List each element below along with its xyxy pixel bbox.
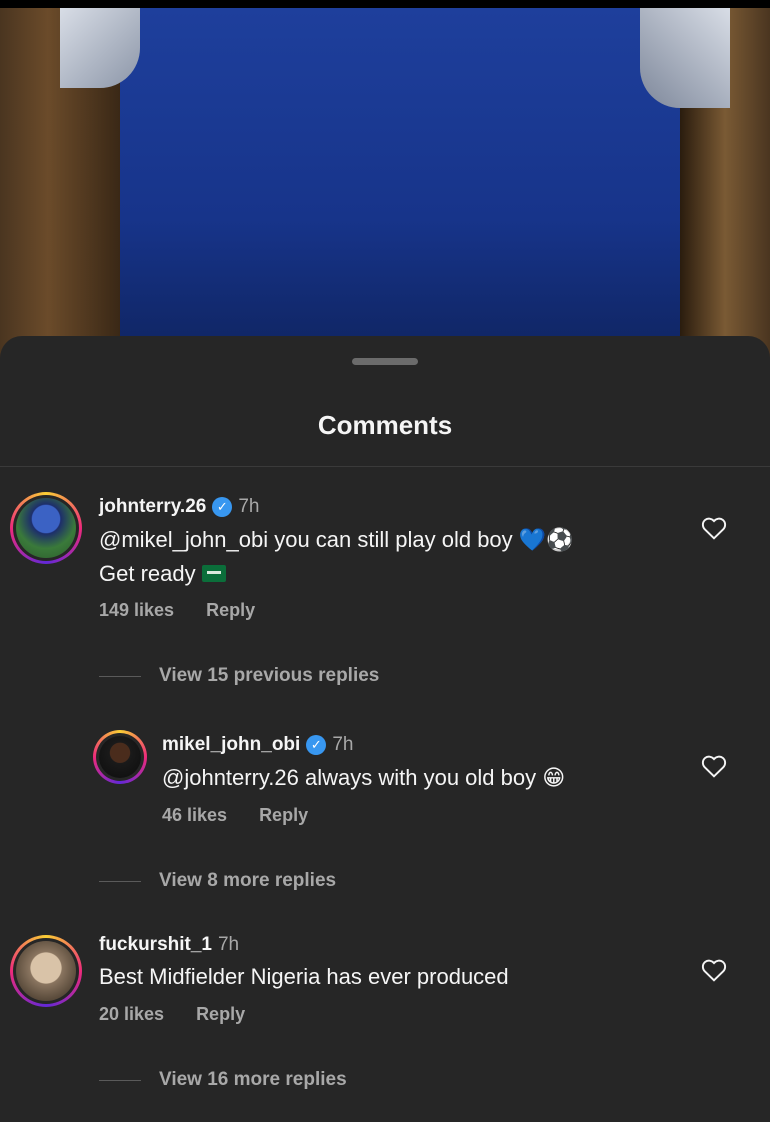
view-replies-button[interactable]: View 16 more replies — [99, 1069, 347, 1091]
sleeve-right — [640, 8, 730, 108]
mention-link[interactable]: @mikel_john_obi — [99, 527, 268, 552]
avatar[interactable] — [10, 935, 82, 1007]
comment-time: 7h — [238, 496, 260, 517]
like-heart-icon[interactable] — [701, 754, 727, 778]
verified-badge-icon: ✓ — [306, 735, 327, 755]
grin-emoji: 😁 — [542, 766, 566, 791]
comment-header: mikel_john_obi ✓ 7h — [162, 734, 353, 756]
like-heart-icon[interactable] — [701, 516, 727, 540]
title-divider — [0, 466, 770, 467]
comment-time: 7h — [217, 934, 240, 955]
reply-button[interactable]: Reply — [259, 805, 308, 826]
sheet-drag-handle[interactable] — [352, 358, 418, 365]
comment-body: you can still play old boy — [268, 527, 519, 552]
view-replies-label: View 8 more replies — [159, 870, 337, 891]
mention-link[interactable]: @johnterry.26 — [162, 765, 299, 790]
sheet-title: Comments — [317, 410, 453, 440]
reply-button[interactable]: Reply — [206, 600, 255, 621]
comment-time: 7h — [332, 734, 354, 755]
flag-icon — [201, 564, 226, 582]
view-replies-label: View 15 previous replies — [159, 665, 380, 686]
like-heart-icon[interactable] — [701, 958, 727, 982]
comments-sheet: Comments johnterry.26 ✓ 7h @mikel_john_o… — [0, 336, 770, 1122]
comment-body: always with you old boy — [298, 765, 543, 790]
comment-meta: 20 likes Reply — [99, 1004, 245, 1025]
reply-button[interactable]: Reply — [196, 1004, 245, 1025]
username[interactable]: mikel_john_obi — [162, 734, 300, 756]
comment-text: @mikel_john_obi you can still play old b… — [99, 523, 574, 590]
avatar[interactable] — [93, 730, 147, 784]
comment-meta: 46 likes Reply — [162, 805, 308, 826]
comment-body-line2: Get ready — [99, 561, 196, 586]
avatar[interactable] — [10, 492, 82, 564]
comment-header: fuckurshit_1 7h — [99, 934, 239, 956]
likes-count[interactable]: 20 likes — [99, 1004, 164, 1025]
replies-line — [99, 1079, 141, 1081]
username[interactable]: fuckurshit_1 — [99, 934, 212, 956]
verified-badge-icon: ✓ — [212, 497, 233, 517]
comment-text: @johnterry.26 always with you old boy 😁 — [162, 761, 565, 795]
comment-meta: 149 likes Reply — [99, 600, 255, 621]
likes-count[interactable]: 46 likes — [162, 805, 227, 826]
jersey-image — [120, 8, 680, 360]
replies-line — [99, 880, 141, 882]
likes-count[interactable]: 149 likes — [99, 600, 174, 621]
view-replies-button[interactable]: View 8 more replies — [99, 870, 336, 892]
view-replies-label: View 16 more replies — [159, 1069, 347, 1090]
comment-header: johnterry.26 ✓ 7h — [99, 496, 260, 518]
username[interactable]: johnterry.26 — [99, 496, 206, 518]
status-strip — [0, 0, 770, 8]
view-replies-button[interactable]: View 15 previous replies — [99, 665, 379, 687]
replies-line — [99, 675, 141, 677]
post-background-photo — [0, 0, 770, 360]
sleeve-left — [60, 8, 140, 88]
heart-soccer-emoji: 💙⚽ — [518, 528, 574, 553]
comment-text: Best Midfielder Nigeria has ever produce… — [99, 964, 509, 989]
